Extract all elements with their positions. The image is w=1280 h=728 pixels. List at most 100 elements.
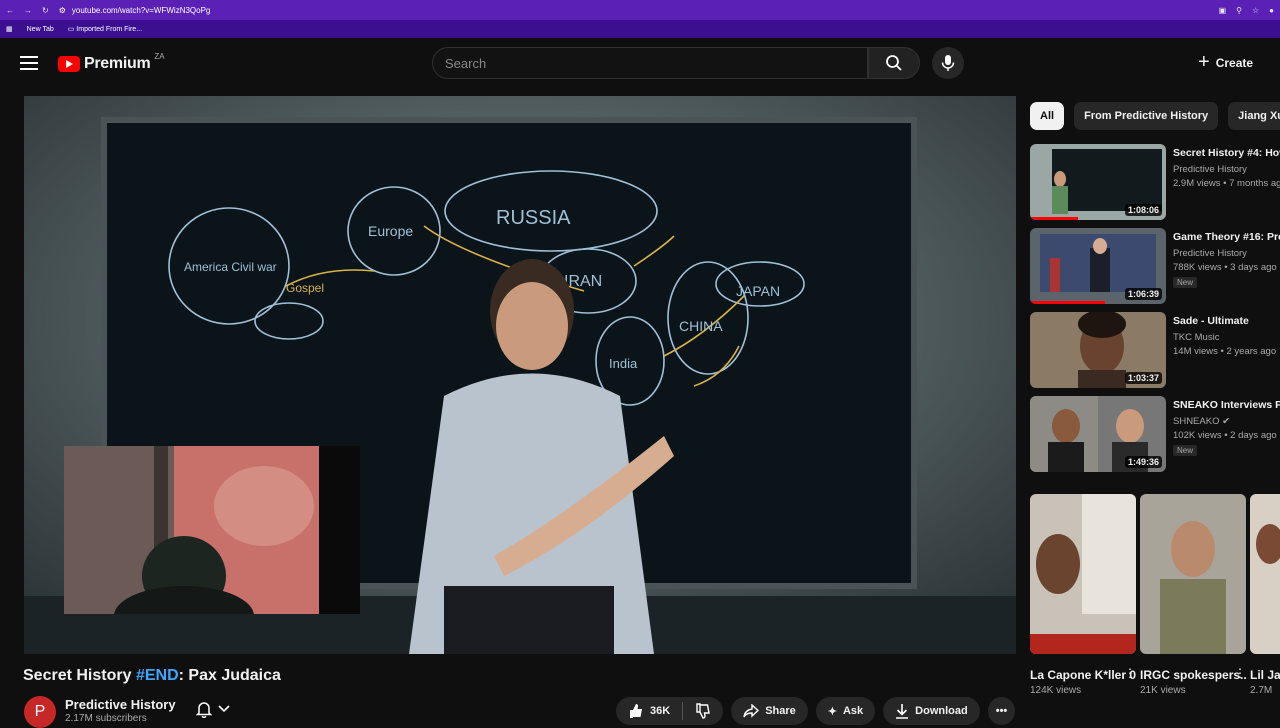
recommendation-channel[interactable]: SHNEAKO ✔ — [1173, 416, 1280, 427]
more-vertical-icon[interactable]: ⋮ — [1124, 666, 1136, 680]
bookmark-new-tab[interactable]: New Tab — [27, 26, 54, 33]
bookmark-imported-folder[interactable]: ▭ Imported From Fire... — [68, 25, 142, 33]
forward-icon[interactable]: → — [24, 6, 32, 15]
chip-from-channel[interactable]: From Predictive History — [1074, 102, 1219, 130]
ask-label: Ask — [842, 705, 864, 717]
board-word-europe: Europe — [368, 223, 413, 239]
recommendation-channel[interactable]: Predictive History — [1173, 164, 1280, 175]
recommendation-meta: 788K views • 3 days ago — [1173, 262, 1277, 273]
webcam-overlay — [64, 446, 360, 614]
more-horizontal-icon: ••• — [995, 705, 1008, 717]
plus-icon: + — [1198, 51, 1210, 73]
short-views: 2.7M — [1250, 685, 1273, 696]
recommendation-thumbnail[interactable]: 1:49:36 — [1030, 396, 1166, 472]
extension-icon[interactable]: ▣ — [1219, 6, 1227, 15]
back-icon[interactable]: ← — [6, 6, 14, 15]
board-word-russia: RUSSIA — [496, 207, 571, 229]
like-count: 36K — [650, 705, 671, 717]
board-word-japan: JAPAN — [736, 283, 780, 299]
recommendation-channel[interactable]: Predictive History — [1173, 248, 1280, 259]
short-views: 124K views — [1030, 685, 1082, 696]
download-label: Download — [915, 705, 968, 717]
short-thumbnail-image — [1030, 494, 1136, 654]
country-code: ZA — [154, 51, 165, 61]
youtube-play-icon — [58, 56, 80, 72]
short-thumbnail[interactable] — [1030, 494, 1136, 654]
short-item[interactable]: Lil Ja Really 2.7M — [1250, 494, 1280, 696]
recommendation-info: SNEAKO Interviews Prof Marandi: Iran Sav… — [1173, 398, 1280, 456]
like-dislike-group: 36K — [616, 697, 724, 725]
chip-all[interactable]: All — [1030, 102, 1065, 130]
search-icon — [886, 55, 902, 71]
bookmark-star-icon[interactable]: ☆ — [1252, 6, 1259, 15]
recommendation-thumbnail[interactable]: 1:03:37 — [1030, 312, 1166, 388]
create-button[interactable]: + Create — [1198, 51, 1253, 74]
search-input[interactable]: Search — [432, 47, 868, 79]
recommendation-info: Secret History #4: How Triumphs Predicti… — [1173, 146, 1280, 189]
ask-button[interactable]: ✦ Ask — [815, 697, 876, 725]
search-button[interactable] — [868, 47, 920, 79]
recommendation-meta: 14M views • 2 years ago — [1173, 346, 1277, 357]
recommendation-title[interactable]: SNEAKO Interviews Prof Marandi: Iran Sav… — [1173, 398, 1280, 413]
board-word-china: CHINA — [679, 318, 723, 334]
microphone-icon — [941, 55, 955, 71]
apps-icon[interactable]: ▦ — [6, 25, 13, 33]
video-title-hashtag[interactable]: #END — [136, 667, 179, 684]
thumbs-down-icon — [696, 703, 711, 719]
bell-icon — [196, 702, 212, 718]
download-icon — [896, 704, 909, 719]
short-title[interactable]: La Capone K*ller 051 L... — [1030, 667, 1136, 683]
video-player[interactable]: RUSSIA IRAN CHINA JAPAN India Europe Ame… — [24, 96, 1016, 654]
board-word-gospel: Gospel — [286, 281, 324, 295]
youtube-logo[interactable]: Premium ZA — [58, 51, 165, 73]
channel-avatar[interactable]: P — [24, 696, 56, 728]
profile-icon[interactable]: ● — [1269, 6, 1274, 15]
video-actions: 36K Share ✦ Ask Download ••• — [616, 697, 1016, 725]
board-word-iran: IRAN — [564, 273, 602, 290]
recommendation-thumbnail[interactable]: 1:06:39 — [1030, 228, 1166, 304]
watch-progress-bar — [1030, 217, 1078, 220]
browser-nav: ← → ↻ — [6, 6, 49, 15]
subscribed-notifications-button[interactable] — [196, 700, 230, 718]
zoom-icon[interactable]: ⚲ — [1236, 6, 1242, 15]
recommendation-thumbnail[interactable]: 1:08:06 — [1030, 144, 1166, 220]
short-title[interactable]: IRGC spokespers... — [1140, 667, 1246, 683]
video-duration: 1:06:39 — [1124, 288, 1162, 300]
menu-icon[interactable] — [20, 56, 38, 70]
download-button[interactable]: Download — [883, 697, 980, 725]
short-title[interactable]: Lil Ja Really — [1250, 667, 1280, 683]
short-views: 21K views — [1140, 685, 1186, 696]
chip-related[interactable]: Jiang Xueq — [1228, 102, 1280, 130]
recommendation-channel[interactable]: TKC Music — [1173, 332, 1280, 343]
recommendation-item[interactable]: 1:49:36 SNEAKO Interviews Prof Marandi: … — [1030, 396, 1280, 472]
channel-name[interactable]: Predictive History — [65, 697, 176, 712]
share-button[interactable]: Share — [731, 697, 808, 725]
board-word-america: America Civil war — [184, 260, 277, 274]
bookmarks-bar: ▦ New Tab ▭ Imported From Fire... — [0, 20, 1280, 38]
share-icon — [743, 704, 760, 718]
more-vertical-icon[interactable]: ⋮ — [1234, 666, 1246, 680]
address-bar[interactable]: youtube.com/watch?v=WFWizN3QoPg — [72, 6, 211, 15]
subscriber-count: 2.17M subscribers — [65, 713, 147, 724]
more-actions-button[interactable]: ••• — [987, 697, 1016, 725]
recommendation-item[interactable]: 1:08:06 Secret History #4: How Triumphs … — [1030, 144, 1280, 220]
short-thumbnail[interactable] — [1140, 494, 1246, 654]
recommendation-title[interactable]: Sade - Ultimate — [1173, 314, 1280, 329]
dislike-button[interactable] — [683, 697, 723, 725]
browser-toolbar: ← → ↻ ⚙ youtube.com/watch?v=WFWizN3QoPg … — [0, 0, 1280, 20]
recommendation-item[interactable]: 1:06:39 Game Theory #16: Prophecy Rising… — [1030, 228, 1280, 304]
site-info-icon[interactable]: ⚙ — [59, 6, 66, 15]
reload-icon[interactable]: ↻ — [42, 6, 49, 15]
short-thumbnail[interactable] — [1250, 494, 1280, 654]
short-item[interactable]: IRGC spokespers... 21K views ⋮ — [1140, 494, 1246, 696]
thumbs-up-icon — [630, 704, 642, 718]
voice-search-button[interactable] — [932, 47, 964, 79]
recommendation-title[interactable]: Game Theory #16: Prophecy Rising — [1173, 230, 1280, 245]
recommendation-title[interactable]: Secret History #4: How Triumphs — [1173, 146, 1280, 161]
like-button[interactable]: 36K — [616, 697, 682, 725]
recommendation-item[interactable]: 1:03:37 Sade - Ultimate TKC Music 14M vi… — [1030, 312, 1280, 388]
video-duration: 1:03:37 — [1124, 372, 1162, 384]
short-item[interactable]: La Capone K*ller 051 L... 124K views ⋮ — [1030, 494, 1136, 696]
logo-text: Premium — [84, 55, 151, 72]
watch-progress-bar — [1030, 301, 1105, 304]
